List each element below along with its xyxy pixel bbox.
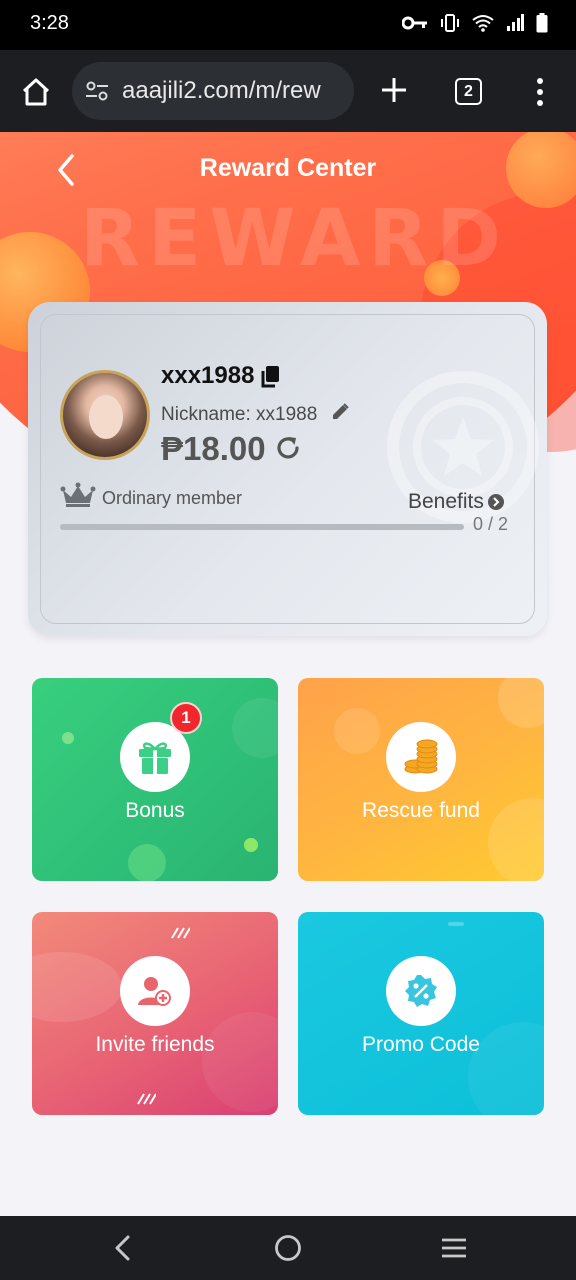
overflow-menu-button[interactable] — [528, 74, 552, 110]
decorative-dot — [448, 922, 464, 926]
menu-dot-icon — [537, 78, 543, 84]
status-time: 3:28 — [30, 12, 69, 34]
nav-recents-button[interactable] — [440, 1234, 468, 1262]
username: xxx1988 — [161, 362, 255, 389]
tab-switcher-button[interactable]: 2 — [455, 78, 482, 105]
add-user-icon — [138, 977, 171, 1006]
home-icon — [22, 78, 50, 106]
home-button[interactable] — [16, 72, 56, 112]
invite-friends-tile[interactable]: Invite friends — [32, 912, 278, 1115]
decorative-dot — [498, 678, 544, 728]
rescue-fund-label: Rescue fund — [362, 799, 480, 822]
status-icons — [402, 13, 548, 33]
level-progress-label: 0 / 2 — [473, 514, 509, 534]
chevron-right-circle-icon — [487, 494, 504, 510]
level-progress-bar — [60, 524, 464, 530]
bonus-label: Bonus — [125, 799, 185, 822]
address-bar[interactable]: aaajili2.com/m/rew — [72, 62, 354, 120]
rescue-fund-tile[interactable]: Rescue fund — [298, 678, 544, 881]
decorative-dot — [32, 952, 122, 1022]
menu-dot-icon — [537, 89, 543, 95]
promo-code-label: Promo Code — [362, 1033, 480, 1056]
crown-icon — [60, 482, 96, 507]
signal-icon — [507, 14, 524, 31]
decorative-dot — [244, 838, 258, 852]
decorative-dot — [202, 1012, 278, 1112]
promo-code-icon-circle — [386, 956, 456, 1026]
benefits-label: Benefits — [408, 490, 484, 513]
decorative-dot — [232, 698, 278, 758]
battery-icon — [536, 13, 548, 33]
reward-center-page: REWARD Reward Center xxx1988 Nickname: x… — [0, 132, 576, 1216]
header-watermark: REWARD — [80, 194, 510, 284]
rescue-fund-icon-circle — [386, 722, 456, 792]
invite-friends-icon-circle — [120, 956, 190, 1026]
wifi-icon — [472, 15, 494, 32]
back-triangle-icon — [115, 1235, 130, 1261]
page-title: Reward Center — [199, 154, 377, 182]
home-circle-icon — [275, 1235, 301, 1261]
chevron-stripes-icon — [137, 1093, 156, 1105]
avatar[interactable] — [60, 370, 150, 460]
key-icon — [402, 16, 427, 30]
recents-menu-icon — [442, 1238, 466, 1258]
member-level-label: Ordinary member — [102, 488, 243, 508]
plus-icon — [382, 78, 406, 102]
member-card: xxx1988 Nickname: xx1988 ₱18.00 Ordinary… — [28, 302, 547, 636]
refresh-icon[interactable] — [274, 434, 302, 462]
chevron-stripes-icon — [171, 927, 190, 939]
menu-dot-icon — [537, 100, 543, 106]
browser-toolbar: aaajili2.com/m/rew 2 — [0, 50, 576, 132]
decorative-dot — [128, 844, 166, 881]
benefits-link[interactable]: Benefits — [408, 490, 504, 514]
nickname: Nickname: xx1988 — [161, 404, 318, 425]
status-bar: 3:28 — [0, 0, 576, 50]
vibrate-icon — [441, 14, 459, 32]
invite-friends-label: Invite friends — [95, 1033, 215, 1056]
gift-icon — [139, 742, 171, 774]
notification-badge: 1 — [170, 702, 202, 734]
copy-icon[interactable] — [260, 365, 280, 389]
decorative-dot — [334, 708, 380, 754]
avatar-face — [89, 395, 123, 439]
coins-icon — [404, 739, 438, 774]
new-tab-button[interactable] — [376, 72, 412, 108]
nav-back-button[interactable] — [108, 1234, 136, 1262]
system-navigation-bar — [0, 1216, 576, 1280]
url-text[interactable]: aaajili2.com/m/rew — [122, 77, 321, 105]
nav-home-button[interactable] — [274, 1234, 302, 1262]
promo-code-tile[interactable]: Promo Code — [298, 912, 544, 1115]
balance-amount: ₱18.00 — [161, 430, 266, 467]
bonus-tile[interactable]: 1 Bonus — [32, 678, 278, 881]
decorative-dot — [62, 732, 74, 744]
site-settings-icon[interactable] — [84, 78, 110, 104]
percent-coupon-icon — [405, 975, 437, 1007]
edit-pencil-icon[interactable] — [330, 402, 350, 422]
